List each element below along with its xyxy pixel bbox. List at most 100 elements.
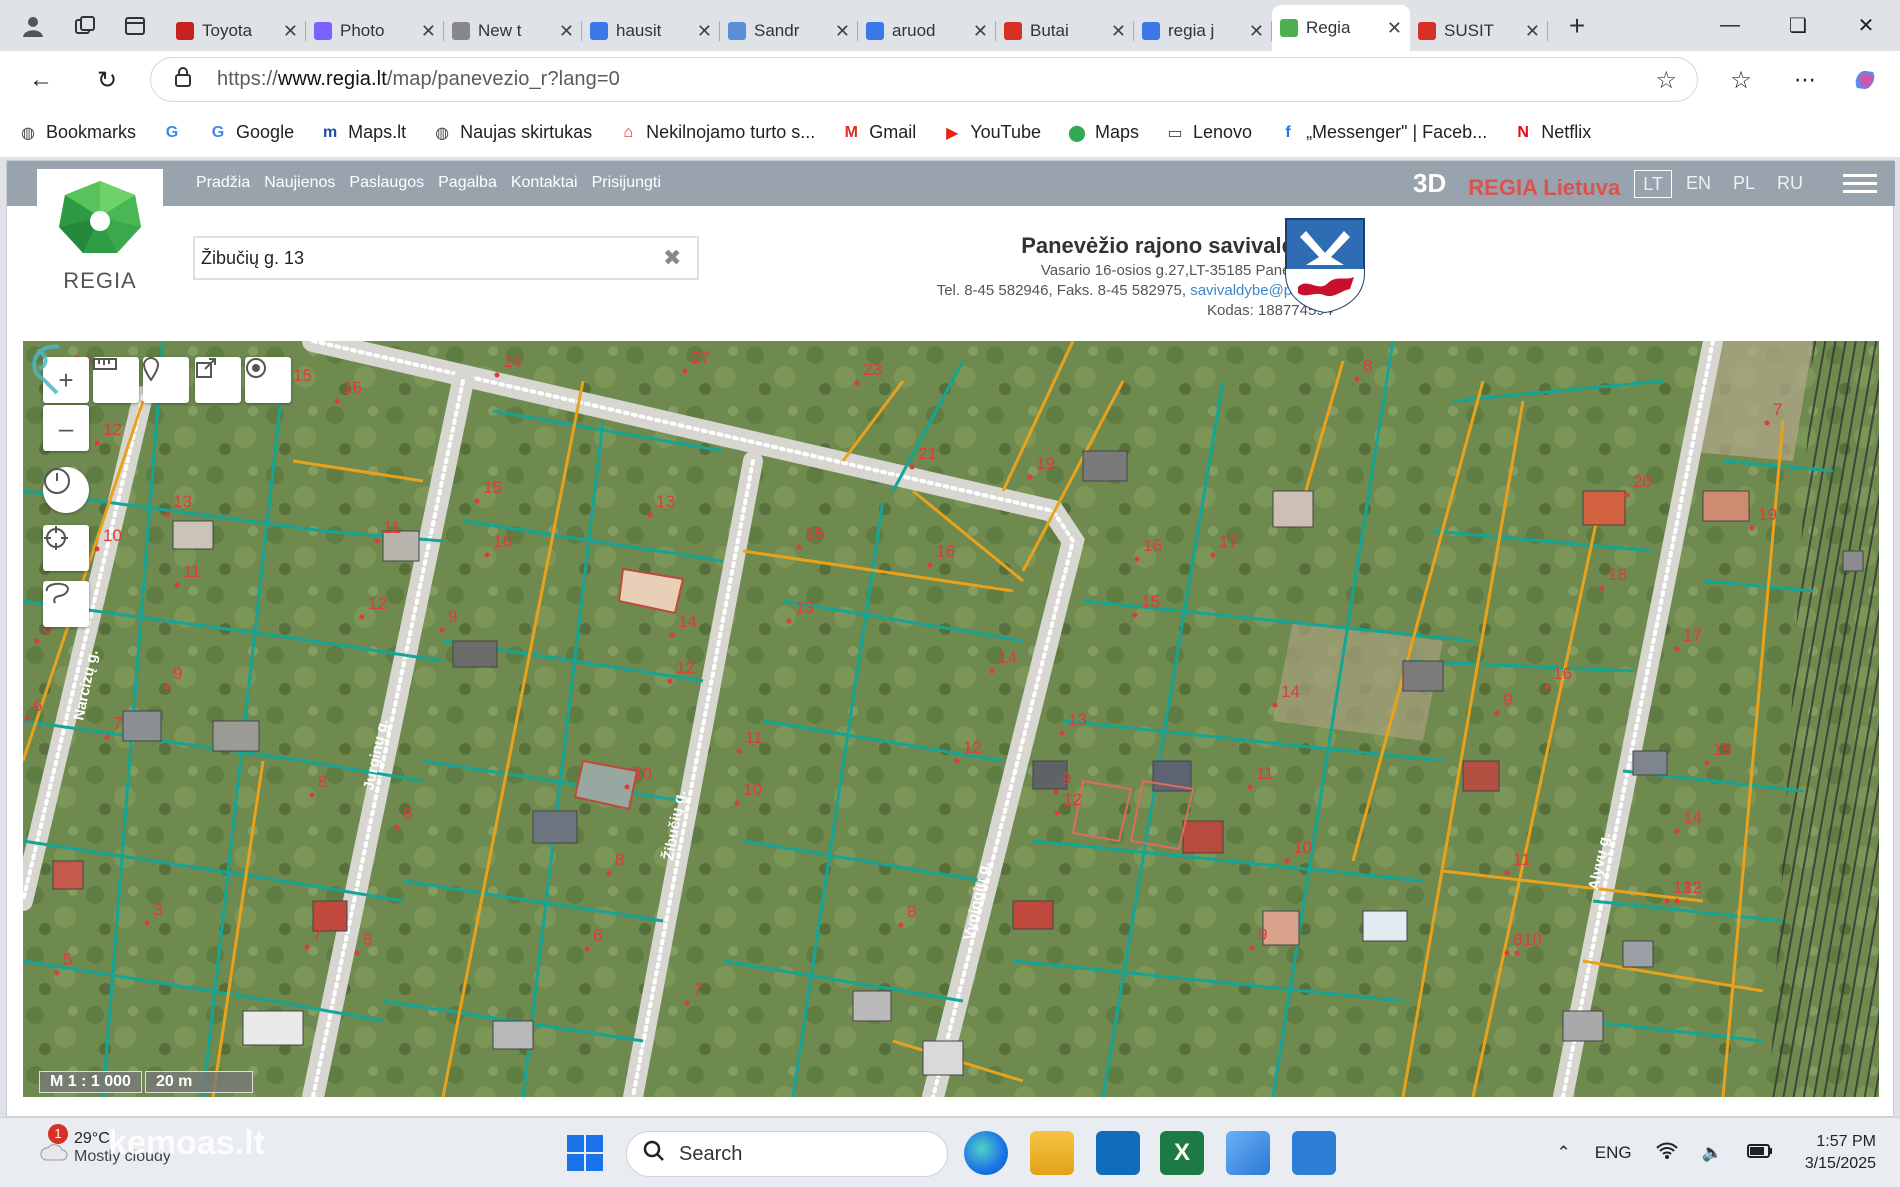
lock-icon[interactable] <box>175 67 197 92</box>
browser-tab[interactable]: regia j ✕ <box>1134 11 1272 51</box>
browser-tab[interactable]: hausit ✕ <box>582 11 720 51</box>
close-tab-icon[interactable]: ✕ <box>697 21 712 42</box>
browser-tab[interactable]: aruod ✕ <box>858 11 996 51</box>
building-footprint <box>1582 490 1626 526</box>
3d-toggle[interactable]: 3D <box>1413 168 1446 199</box>
bookmark-item[interactable]: f „Messenger" | Faceb... <box>1278 122 1487 143</box>
map-canvas[interactable]: 14 15 16 12 13 10 11 8 9 6 7 5 3 14 12 11 9 8 7 6 5 15 16 13 14 1… <box>23 341 1879 1097</box>
menu-link[interactable]: Prisijungti <box>592 174 661 192</box>
crosshair-locate-icon[interactable] <box>43 525 89 571</box>
tab-actions-icon[interactable] <box>116 7 154 45</box>
browser-tab[interactable]: Butai ✕ <box>996 11 1134 51</box>
bookmark-item[interactable]: ⌂ Nekilnojamo turto s... <box>618 122 815 143</box>
minimize-icon[interactable]: — <box>1696 0 1764 51</box>
menu-link[interactable]: Kontaktai <box>511 174 578 192</box>
clock[interactable]: 1:57 PM 3/15/2025 <box>1805 1131 1876 1175</box>
url-text[interactable]: https://www.regia.lt/map/panevezio_r?lan… <box>217 68 620 91</box>
bookmark-item[interactable]: ◍ Naujas skirtukas <box>432 122 592 143</box>
menu-link[interactable]: Naujienos <box>264 174 335 192</box>
menu-link[interactable]: Pagalba <box>438 174 497 192</box>
share-export-icon[interactable] <box>195 357 241 403</box>
excel-app-icon[interactable]: X <box>1160 1131 1204 1175</box>
close-tab-icon[interactable]: ✕ <box>1525 21 1540 42</box>
bookmark-item[interactable]: ▭ Lenovo <box>1165 122 1252 143</box>
taskbar-search[interactable]: Search <box>626 1131 948 1177</box>
parcel-number-label: 8 <box>907 902 916 921</box>
parcel-number-label: 17 <box>1683 626 1702 645</box>
windows-start-icon[interactable] <box>566 1134 604 1177</box>
address-bar[interactable]: https://www.regia.lt/map/panevezio_r?lan… <box>150 57 1698 102</box>
bookmark-item[interactable]: G Google <box>208 122 294 143</box>
close-tab-icon[interactable]: ✕ <box>1387 18 1402 39</box>
remote-desktop-icon[interactable] <box>1292 1131 1336 1175</box>
history-clock-icon[interactable] <box>43 467 89 513</box>
close-tab-icon[interactable]: ✕ <box>283 21 298 42</box>
parcel-point-marker <box>104 734 110 740</box>
new-tab-icon[interactable]: + <box>1558 7 1596 45</box>
building-footprint <box>922 1040 964 1076</box>
file-explorer-icon[interactable] <box>1030 1131 1074 1175</box>
copilot-icon[interactable] <box>1848 63 1882 97</box>
regia-logo[interactable]: REGIA <box>37 169 163 305</box>
bookmark-item[interactable]: M Gmail <box>841 122 917 143</box>
refresh-icon[interactable]: ↻ <box>90 63 124 97</box>
regia-lietuva-link[interactable]: REGIA Lietuva <box>1468 175 1620 201</box>
address-search-input[interactable] <box>195 247 655 269</box>
workspaces-icon[interactable] <box>66 7 104 45</box>
browser-tab[interactable]: New t ✕ <box>444 11 582 51</box>
building-footprint <box>1462 760 1500 792</box>
restore-icon[interactable]: ❏ <box>1764 0 1832 51</box>
close-tab-icon[interactable]: ✕ <box>835 21 850 42</box>
language-option[interactable]: PL <box>1725 170 1763 198</box>
parcel-number-label: 10 <box>103 526 122 545</box>
photos-app-icon[interactable] <box>1226 1131 1270 1175</box>
close-tab-icon[interactable]: ✕ <box>559 21 574 42</box>
more-menu-icon[interactable]: ⋯ <box>1788 63 1822 97</box>
tab-title: Sandr <box>754 21 800 40</box>
tray-overflow-icon[interactable]: ⌃ <box>1557 1143 1571 1163</box>
measure-ruler-icon[interactable] <box>93 357 139 403</box>
wifi-icon[interactable] <box>1655 1142 1678 1165</box>
bookmark-item[interactable]: N Netflix <box>1513 122 1591 143</box>
favorite-star-icon[interactable]: ☆ <box>1655 66 1677 95</box>
profile-icon[interactable] <box>14 7 52 45</box>
browser-tab[interactable]: Sandr ✕ <box>720 11 858 51</box>
parcel-point-marker <box>1674 898 1680 904</box>
keyboard-language[interactable]: ENG <box>1595 1143 1632 1163</box>
cadastral-map[interactable]: 14 15 16 12 13 10 11 8 9 6 7 5 3 14 12 11 9 8 7 6 5 15 16 13 14 1… <box>23 341 1879 1097</box>
bookmark-item[interactable]: m Maps.lt <box>320 122 406 143</box>
tab-title: New t <box>478 21 522 40</box>
bookmark-item[interactable]: G <box>162 123 182 143</box>
battery-icon[interactable] <box>1746 1143 1773 1163</box>
language-option[interactable]: LT <box>1634 169 1672 198</box>
hamburger-menu-icon[interactable] <box>1843 169 1877 198</box>
target-location-icon[interactable] <box>245 357 291 403</box>
zoom-out-button[interactable]: – <box>43 405 89 451</box>
clear-search-icon[interactable]: ✖ <box>663 245 681 271</box>
browser-tab[interactable]: Regia ✕ <box>1272 5 1410 51</box>
parcel-point-marker <box>667 678 673 684</box>
bookmark-item[interactable]: ⬤ Maps <box>1067 122 1139 143</box>
bookmark-item[interactable]: ◍ Bookmarks <box>18 122 136 143</box>
close-tab-icon[interactable]: ✕ <box>421 21 436 42</box>
browser-tab[interactable]: Toyota ✕ <box>168 11 306 51</box>
favorites-icon[interactable]: ☆ <box>1724 63 1758 97</box>
pin-marker-icon[interactable] <box>143 357 189 403</box>
lasso-select-icon[interactable] <box>43 581 89 627</box>
browser-tab[interactable]: SUSIT ✕ <box>1410 11 1548 51</box>
close-tab-icon[interactable]: ✕ <box>1249 21 1264 42</box>
close-tab-icon[interactable]: ✕ <box>1111 21 1126 42</box>
building-footprint <box>172 520 214 550</box>
language-option[interactable]: RU <box>1769 170 1811 198</box>
edge-app-icon[interactable] <box>964 1131 1008 1175</box>
menu-link[interactable]: Pradžia <box>196 174 250 192</box>
volume-icon[interactable]: 🔈 <box>1702 1143 1723 1163</box>
outlook-app-icon[interactable] <box>1096 1131 1140 1175</box>
close-window-icon[interactable]: ✕ <box>1832 0 1900 51</box>
menu-link[interactable]: Paslaugos <box>349 174 424 192</box>
browser-tab[interactable]: Photo ✕ <box>306 11 444 51</box>
language-option[interactable]: EN <box>1678 170 1719 198</box>
bookmark-item[interactable]: ▶ YouTube <box>942 122 1041 143</box>
close-tab-icon[interactable]: ✕ <box>973 21 988 42</box>
back-icon[interactable]: ← <box>24 63 58 97</box>
